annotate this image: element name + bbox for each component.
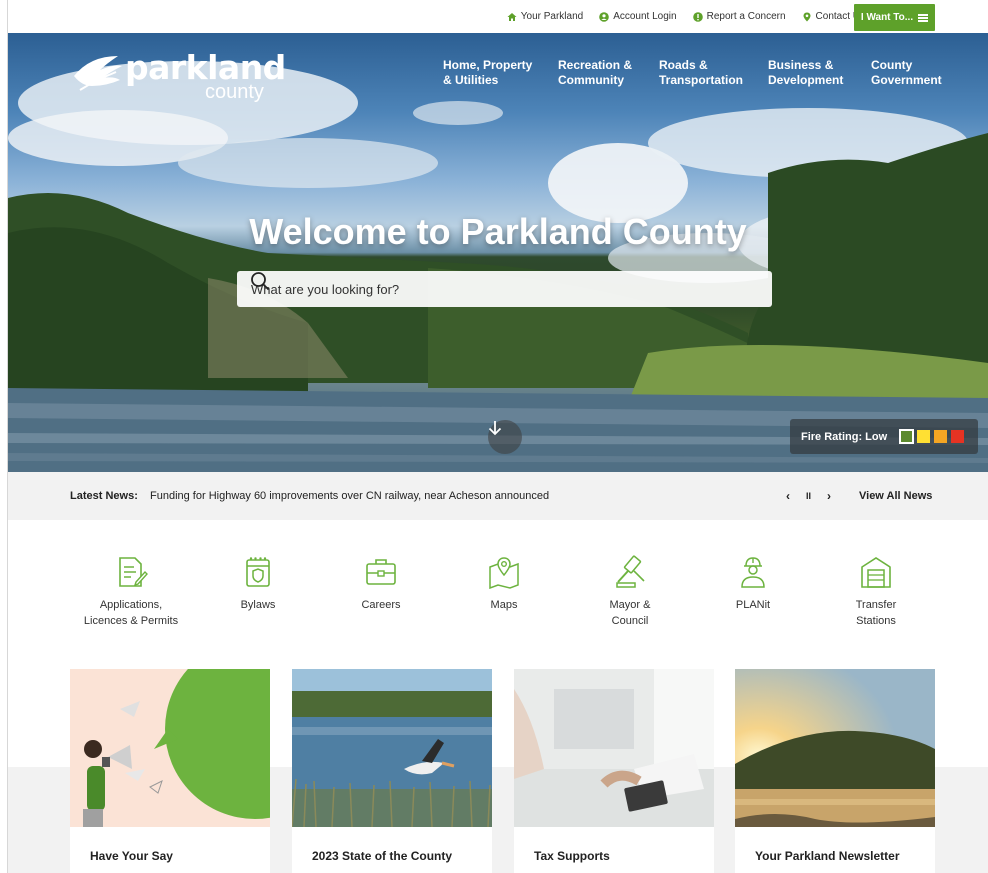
- fire-swatch-low: [899, 429, 915, 444]
- nav-recreation[interactable]: Recreation & Community: [558, 58, 659, 88]
- news-prev-button[interactable]: ‹: [786, 489, 790, 503]
- account-login-label: Account Login: [613, 11, 677, 22]
- quick-link-transfer-stations[interactable]: Transfer Stations: [806, 555, 946, 629]
- logo-wordmark: parkland: [125, 48, 286, 87]
- card-title: 2023 State of the County: [312, 849, 453, 863]
- news-ticker: Latest News: Funding for Highway 60 impr…: [8, 472, 988, 520]
- report-concern-link[interactable]: Report a Concern: [692, 11, 786, 22]
- location-pin-icon: [803, 12, 811, 21]
- your-parkland-link[interactable]: Your Parkland: [507, 11, 583, 22]
- worker-icon: [741, 557, 765, 588]
- arrow-down-icon: [488, 421, 502, 436]
- home-icon: [507, 12, 517, 21]
- user-circle-icon: [599, 11, 610, 22]
- search-icon[interactable]: [250, 271, 270, 291]
- quick-link-mayor-council[interactable]: Mayor & Council: [560, 555, 700, 629]
- search-bar: [237, 271, 772, 307]
- news-pause-button[interactable]: II: [806, 489, 811, 503]
- quick-link-label: Maps: [490, 599, 518, 611]
- fire-swatch-extreme: [951, 430, 965, 443]
- card-state-of-county[interactable]: 2023 State of the County: [292, 669, 492, 873]
- card-title: Have Your Say: [90, 849, 173, 863]
- calendar-badge-icon: [246, 557, 270, 587]
- i-want-to-button[interactable]: I Want To...: [854, 4, 935, 31]
- gavel-icon: [616, 555, 645, 588]
- fire-swatch-moderate: [917, 430, 931, 443]
- utility-links: Your Parkland Account Login Report a Con…: [507, 0, 865, 33]
- fire-rating-label: Fire Rating: Low: [801, 430, 888, 443]
- fire-rating-widget[interactable]: Fire Rating: Low: [790, 419, 978, 454]
- hero-banner: parkland county Home, Property & Utiliti…: [8, 33, 988, 472]
- card-title: Your Parkland Newsletter: [755, 849, 900, 863]
- document-icon: [119, 557, 148, 587]
- card-title: Tax Supports: [534, 849, 610, 863]
- nav-business[interactable]: Business & Development: [768, 58, 871, 88]
- card-image-megaphone: [70, 669, 270, 827]
- i-want-to-label: I Want To...: [860, 12, 914, 23]
- nav-county-government[interactable]: County Government: [871, 58, 942, 88]
- map-pin-icon: [489, 557, 519, 589]
- quick-link-careers[interactable]: Careers: [311, 555, 451, 613]
- account-login-link[interactable]: Account Login: [599, 11, 677, 22]
- view-all-news-link[interactable]: View All News: [859, 490, 932, 502]
- utility-bar: Your Parkland Account Login Report a Con…: [8, 0, 988, 33]
- quick-link-label: Bylaws: [240, 599, 276, 611]
- search-input[interactable]: [251, 281, 711, 297]
- fire-swatch-high: [934, 430, 948, 443]
- parkland-county-logo[interactable]: parkland county: [70, 50, 286, 110]
- your-parkland-label: Your Parkland: [520, 11, 584, 22]
- quick-link-maps[interactable]: Maps: [434, 555, 574, 613]
- leaf-logo-icon: [74, 56, 122, 91]
- news-next-button[interactable]: ›: [827, 489, 831, 503]
- news-label: Latest News:: [70, 490, 138, 502]
- scroll-down-button[interactable]: [488, 420, 522, 454]
- nav-home-property[interactable]: Home, Property & Utilities: [443, 58, 558, 88]
- card-tax-supports[interactable]: Tax Supports: [514, 669, 714, 873]
- card-newsletter[interactable]: Your Parkland Newsletter: [735, 669, 935, 873]
- quick-link-label: Applications, Licences & Permits: [83, 599, 179, 627]
- quick-link-applications[interactable]: Applications, Licences & Permits: [61, 555, 201, 629]
- quick-link-label: Mayor & Council: [609, 599, 651, 627]
- quick-link-label: PLANit: [735, 599, 771, 611]
- alert-icon: [692, 11, 703, 22]
- hero-title: Welcome to Parkland County: [249, 211, 747, 252]
- card-image-sunset: [735, 669, 935, 827]
- card-have-your-say[interactable]: Have Your Say: [70, 669, 270, 873]
- garage-icon: [861, 557, 891, 588]
- main-nav: Home, Property & Utilities Recreation & …: [443, 58, 942, 88]
- card-image-pelican: [292, 669, 492, 827]
- report-concern-label: Report a Concern: [706, 11, 786, 22]
- quick-links: Applications, Licences & Permits Bylaws …: [8, 520, 988, 650]
- quick-link-planit[interactable]: PLANit: [683, 555, 823, 613]
- quick-link-label: Transfer Stations: [855, 599, 897, 627]
- logo-subtitle: county: [205, 81, 264, 103]
- quick-link-bylaws[interactable]: Bylaws: [188, 555, 328, 613]
- menu-icon: [918, 13, 929, 22]
- card-image-calculator: [514, 669, 714, 827]
- news-headline[interactable]: Funding for Highway 60 improvements over…: [150, 490, 549, 502]
- nav-roads[interactable]: Roads & Transportation: [659, 58, 768, 88]
- briefcase-icon: [366, 559, 396, 585]
- news-controls: ‹ II ›: [786, 489, 831, 503]
- quick-link-label: Careers: [361, 599, 401, 611]
